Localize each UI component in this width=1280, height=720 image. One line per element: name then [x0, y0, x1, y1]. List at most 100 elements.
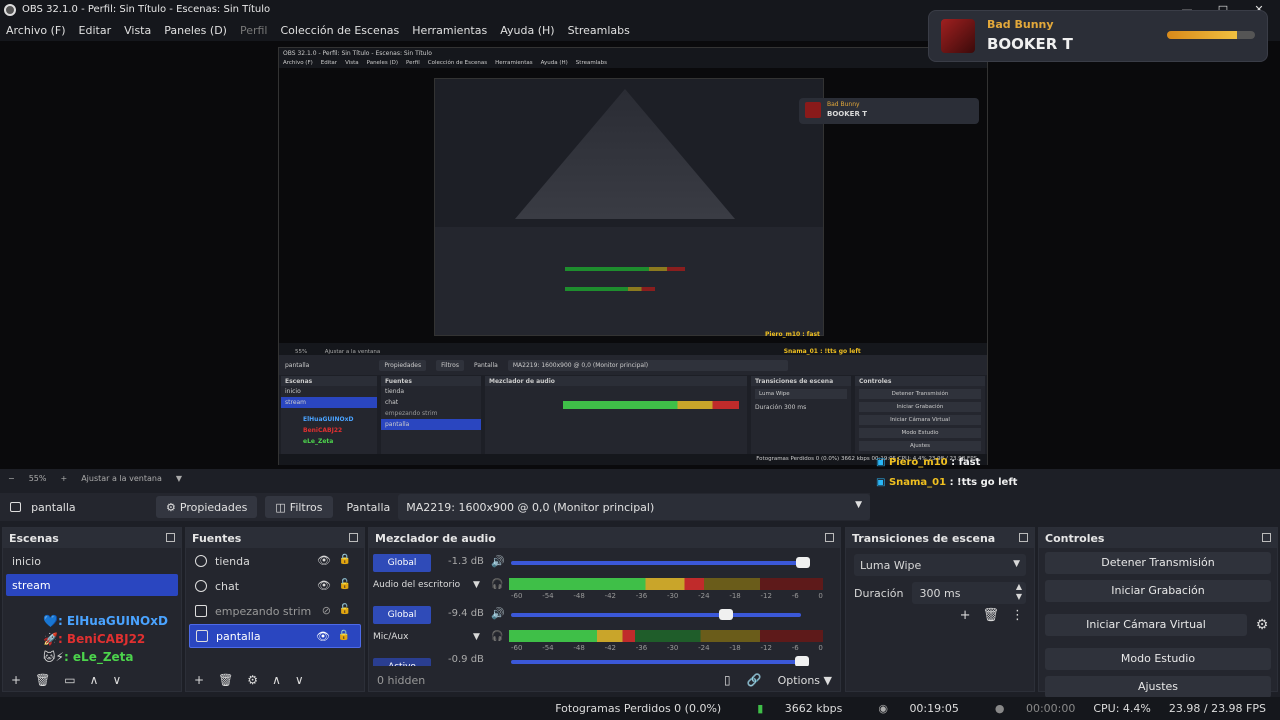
unlock-icon[interactable]: 🔓: [339, 604, 351, 615]
filters-label: Filtros: [289, 500, 323, 514]
speaker-icon[interactable]: 🔊: [491, 607, 505, 620]
nested-menu: Archivo (F) Editar Vista Paneles (D) Per…: [279, 58, 987, 68]
studio-mode-button[interactable]: Modo Estudio: [1045, 648, 1271, 670]
undock-icon[interactable]: [166, 533, 175, 542]
speaker-icon[interactable]: 🔊: [491, 555, 505, 568]
menu-herramientas[interactable]: Herramientas: [412, 24, 487, 37]
scene-item[interactable]: stream: [6, 574, 178, 596]
more-icon[interactable]: ⋮: [1011, 608, 1024, 623]
zoom-chevron-icon[interactable]: ▼: [176, 474, 182, 483]
headphone-icon[interactable]: 🎧: [491, 579, 503, 590]
source-item[interactable]: empezando strim ⊘ 🔓: [189, 599, 361, 623]
undock-icon[interactable]: [349, 533, 358, 542]
eye-icon[interactable]: 👁: [316, 630, 330, 643]
remove-scene-button[interactable]: 🗑: [35, 673, 50, 687]
channel-menu-button[interactable]: ▼: [473, 632, 480, 642]
nested-menu-item: Colección de Escenas: [427, 60, 488, 66]
settings-button[interactable]: Ajustes: [1045, 676, 1271, 698]
menu-streamlabs[interactable]: Streamlabs: [568, 24, 630, 37]
properties-label: Propiedades: [179, 500, 248, 514]
display-select[interactable]: MA2219: 1600x900 @ 0,0 (Monitor principa…: [398, 494, 870, 520]
tick-label: -12: [760, 644, 772, 652]
remove-source-button[interactable]: 🗑: [218, 673, 233, 687]
lock-icon[interactable]: 🔒: [338, 630, 350, 641]
volume-slider[interactable]: [511, 656, 809, 666]
mixer-channel-desktop: Global -1.3 dB 🔊: [373, 552, 828, 576]
add-scene-button[interactable]: +: [11, 673, 21, 687]
move-down-button[interactable]: ∨: [112, 673, 121, 687]
eye-icon[interactable]: 👁: [317, 554, 331, 567]
eye-icon[interactable]: 👁: [317, 579, 331, 592]
undock-icon[interactable]: [1262, 533, 1271, 542]
nested-source-item: tienda: [385, 388, 404, 395]
channel-menu-button[interactable]: ▼: [473, 580, 480, 590]
nested-ctl: Iniciar Grabación: [859, 402, 981, 412]
duration-spinbox[interactable]: 300 ms ▲ ▼: [911, 582, 1026, 604]
mixer-channel-mic: Global -9.4 dB 🔊: [373, 604, 828, 628]
move-up-button[interactable]: ∧: [272, 673, 281, 687]
source-item[interactable]: chat 👁 🔓: [189, 574, 361, 598]
chat-msg: : fast: [947, 457, 981, 468]
remove-transition-button[interactable]: 🗑: [982, 608, 999, 623]
volume-slider-knob[interactable]: [796, 557, 810, 568]
zoom-in-button[interactable]: +: [60, 474, 67, 483]
properties-button[interactable]: ⚙ Propiedades: [156, 496, 258, 518]
start-recording-button[interactable]: Iniciar Grabación: [1045, 580, 1271, 602]
volume-slider-knob[interactable]: [795, 656, 809, 666]
menu-editar[interactable]: Editar: [79, 24, 112, 37]
spin-arrows-icon[interactable]: ▲ ▼: [1016, 582, 1022, 602]
source-item[interactable]: tienda 👁 🔒: [189, 549, 361, 573]
lock-icon[interactable]: 🔒: [339, 554, 351, 565]
move-down-button[interactable]: ∨: [295, 673, 304, 687]
link-icon[interactable]: 🔗: [747, 673, 762, 687]
channel-global-button[interactable]: Global: [373, 606, 431, 624]
gear-icon[interactable]: ⚙: [1251, 617, 1273, 633]
volume-slider[interactable]: [511, 557, 810, 568]
menu-coleccion[interactable]: Colección de Escenas: [281, 24, 400, 37]
undock-icon[interactable]: [1019, 533, 1028, 542]
volume-slider[interactable]: [511, 609, 801, 620]
nested-scene: stream: [281, 397, 377, 408]
volume-slider-knob[interactable]: [719, 609, 733, 620]
zoom-out-button[interactable]: −: [8, 474, 15, 483]
recursive-pyramid: [515, 89, 735, 219]
channel-name: Audio del escritorio: [373, 580, 461, 590]
tick-label: -30: [666, 644, 679, 652]
tick-label: -36: [635, 644, 648, 652]
headphone-icon[interactable]: 🎧: [491, 631, 503, 642]
menu-ayuda[interactable]: Ayuda (H): [500, 24, 554, 37]
menu-vista[interactable]: Vista: [124, 24, 151, 37]
zoom-fit[interactable]: Ajustar a la ventana: [81, 474, 162, 483]
tick-label: -60: [511, 592, 523, 600]
menu-perfil[interactable]: Perfil: [240, 24, 268, 37]
undock-icon[interactable]: [825, 533, 834, 542]
obs-logo-icon: [4, 3, 16, 16]
nested-menu-item: Archivo (F): [283, 60, 313, 66]
source-item[interactable]: pantalla 👁 🔒: [189, 624, 361, 648]
signal-icon: ▮: [757, 702, 767, 715]
add-source-button[interactable]: +: [194, 673, 204, 687]
unlock-icon[interactable]: 🔓: [339, 579, 351, 590]
menu-paneles[interactable]: Paneles (D): [164, 24, 227, 37]
scene-item[interactable]: inicio: [6, 550, 178, 572]
filters-button[interactable]: ◫ Filtros: [265, 496, 333, 518]
nested-menu-item: Herramientas: [495, 60, 533, 66]
channel-active-button[interactable]: Activo: [373, 658, 431, 666]
add-transition-button[interactable]: +: [960, 608, 971, 623]
mixer-channel-3: Activo -0.9 dB: [373, 654, 828, 666]
stop-stream-button[interactable]: Detener Transmisión: [1045, 552, 1271, 574]
nested-source-item: empezando strim: [385, 410, 438, 417]
heart-icon: 💙: [43, 614, 58, 628]
move-up-button[interactable]: ∧: [90, 673, 99, 687]
nested-menu-item: Streamlabs: [575, 60, 607, 66]
menu-archivo[interactable]: Archivo (F): [6, 24, 66, 37]
transition-select[interactable]: Luma Wipe ▼: [854, 554, 1026, 576]
start-virtual-camera-button[interactable]: Iniciar Cámara Virtual: [1045, 614, 1247, 636]
layout-icon[interactable]: ▯: [724, 673, 731, 687]
eye-hidden-icon[interactable]: ⊘: [322, 604, 331, 617]
options-button[interactable]: Options ▼: [778, 674, 832, 687]
channel-global-button[interactable]: Global: [373, 554, 431, 572]
scene-filter-button[interactable]: ▭: [64, 673, 75, 687]
source-settings-button[interactable]: ⚙: [247, 673, 258, 687]
nested-source-toolbar: pantalla Propiedades Filtros Pantalla MA…: [279, 355, 987, 375]
